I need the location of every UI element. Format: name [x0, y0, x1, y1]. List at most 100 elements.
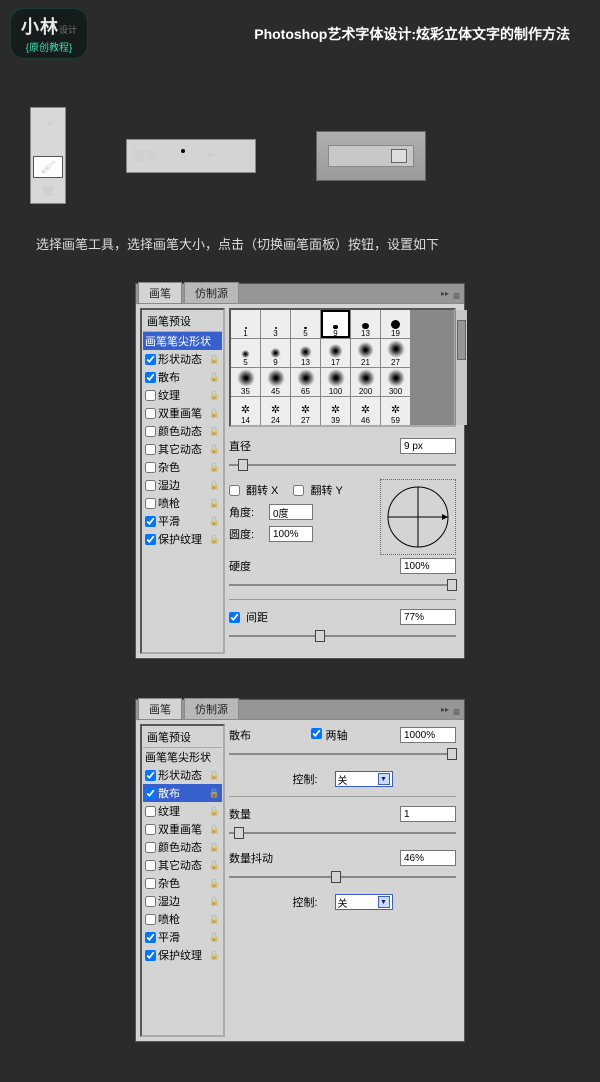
angle-preview[interactable] — [380, 479, 456, 555]
slider[interactable] — [229, 630, 456, 642]
swatch-46[interactable]: ✲46 — [351, 397, 380, 425]
swatch-5[interactable]: 5 — [231, 339, 260, 367]
swatch-24[interactable]: ✲24 — [261, 397, 290, 425]
flipx-check[interactable] — [229, 485, 240, 496]
opt-散布[interactable]: 散布🔒 — [143, 784, 222, 802]
opt-check[interactable] — [145, 950, 156, 961]
opt-双重画笔[interactable]: 双重画笔🔒 — [143, 820, 222, 838]
control2-dropdown[interactable]: 关▼ — [335, 894, 393, 910]
opt-形状动态[interactable]: 形状动态🔒 — [143, 766, 222, 784]
opt-check[interactable] — [145, 932, 156, 943]
preset-header[interactable]: 画笔预设 — [143, 727, 222, 748]
opt-check[interactable] — [145, 824, 156, 835]
swatch-200[interactable]: 200 — [351, 368, 380, 396]
field-jitter[interactable]: 46% — [400, 850, 456, 866]
swatch-27[interactable]: 27 — [381, 339, 410, 367]
swatch-59[interactable]: ✲59 — [381, 397, 410, 425]
opt-喷枪[interactable]: 喷枪🔒 — [143, 494, 222, 512]
brush-size-selector[interactable]: 画笔: 9 ▼ — [126, 139, 256, 173]
swatch-9[interactable]: 9 — [321, 310, 350, 338]
tool-wand[interactable]: ✧ — [33, 133, 63, 155]
field-scatter[interactable]: 1000% — [400, 727, 456, 743]
spacing-check[interactable] — [229, 612, 240, 623]
opt-check[interactable] — [145, 860, 156, 871]
swatch-100[interactable]: 100 — [321, 368, 350, 396]
opt-check[interactable] — [145, 842, 156, 853]
swatch-13[interactable]: 13 — [291, 339, 320, 367]
swatch-3[interactable]: 3 — [261, 310, 290, 338]
swatch-65[interactable]: 65 — [291, 368, 320, 396]
opt-杂色[interactable]: 杂色🔒 — [143, 874, 222, 892]
field-spacing[interactable]: 77% — [400, 609, 456, 625]
opt-check[interactable] — [145, 480, 156, 491]
preset-header[interactable]: 画笔预设 — [143, 311, 222, 332]
swatch-300[interactable]: 300 — [381, 368, 410, 396]
tool-stamp[interactable]: ▦ — [33, 179, 63, 201]
opt-check[interactable] — [145, 372, 156, 383]
swatch-14[interactable]: ✲14 — [231, 397, 260, 425]
opt-其它动态[interactable]: 其它动态🔒 — [143, 440, 222, 458]
slider[interactable] — [229, 748, 456, 760]
swatch-39[interactable]: ✲39 — [321, 397, 350, 425]
field-diameter[interactable]: 9 px — [400, 438, 456, 454]
tab-仿制源[interactable]: 仿制源 — [184, 698, 239, 719]
opt-check[interactable] — [145, 354, 156, 365]
tab-画笔[interactable]: 画笔 — [138, 282, 182, 303]
tab-仿制源[interactable]: 仿制源 — [184, 282, 239, 303]
opt-check[interactable] — [145, 408, 156, 419]
opt-其它动态[interactable]: 其它动态🔒 — [143, 856, 222, 874]
field-count[interactable]: 1 — [400, 806, 456, 822]
opt-check[interactable] — [145, 516, 156, 527]
opt-形状动态[interactable]: 形状动态🔒 — [143, 350, 222, 368]
opt-check[interactable] — [145, 426, 156, 437]
swatch-5[interactable]: 5 — [291, 310, 320, 338]
panel-more-icon[interactable]: ▸▸ — [441, 289, 449, 303]
opt-双重画笔[interactable]: 双重画笔🔒 — [143, 404, 222, 422]
opt-保护纹理[interactable]: 保护纹理🔒 — [143, 946, 222, 964]
toggle-brush-panel-button[interactable] — [391, 149, 407, 163]
swatch-45[interactable]: 45 — [261, 368, 290, 396]
opt-check[interactable] — [145, 462, 156, 473]
opt-平滑[interactable]: 平滑🔒 — [143, 512, 222, 530]
tool-brush[interactable]: 🖌 — [33, 156, 63, 178]
opt-平滑[interactable]: 平滑🔒 — [143, 928, 222, 946]
slider[interactable] — [229, 579, 456, 591]
opt-纹理[interactable]: 纹理🔒 — [143, 386, 222, 404]
opt-check[interactable] — [145, 444, 156, 455]
opt-纹理[interactable]: 纹理🔒 — [143, 802, 222, 820]
scrollbar[interactable] — [455, 310, 467, 425]
opt-颜色动态[interactable]: 颜色动态🔒 — [143, 422, 222, 440]
opt-check[interactable] — [145, 788, 156, 799]
opt-check[interactable] — [145, 498, 156, 509]
swatch-35[interactable]: 35 — [231, 368, 260, 396]
slider[interactable] — [229, 827, 456, 839]
opt-check[interactable] — [145, 878, 156, 889]
slider[interactable] — [229, 459, 456, 471]
opt-保护纹理[interactable]: 保护纹理🔒 — [143, 530, 222, 548]
field-hardness[interactable]: 100% — [400, 558, 456, 574]
opt-湿边[interactable]: 湿边🔒 — [143, 892, 222, 910]
opt-check[interactable] — [145, 914, 156, 925]
opt-颜色动态[interactable]: 颜色动态🔒 — [143, 838, 222, 856]
swatch-9[interactable]: 9 — [261, 339, 290, 367]
swatch-21[interactable]: 21 — [351, 339, 380, 367]
chevron-down-icon[interactable]: ▼ — [206, 151, 214, 160]
field-round[interactable]: 100% — [269, 526, 313, 542]
opt-散布[interactable]: 散布🔒 — [143, 368, 222, 386]
opt-check[interactable] — [145, 390, 156, 401]
opt-画笔笔尖形状[interactable]: 画笔笔尖形状 — [143, 332, 222, 350]
tool-move[interactable]: ↘ — [33, 110, 63, 132]
field-angle[interactable]: 0度 — [269, 504, 313, 520]
swatch-1[interactable]: 1 — [231, 310, 260, 338]
opt-画笔笔尖形状[interactable]: 画笔笔尖形状 — [143, 748, 222, 766]
slider[interactable] — [229, 871, 456, 883]
panel-menu-icon[interactable]: ≡ — [453, 705, 460, 719]
opt-杂色[interactable]: 杂色🔒 — [143, 458, 222, 476]
control-dropdown[interactable]: 关▼ — [335, 771, 393, 787]
swatch-13[interactable]: 13 — [351, 310, 380, 338]
swatch-19[interactable]: 19 — [381, 310, 410, 338]
tab-画笔[interactable]: 画笔 — [138, 698, 182, 719]
opt-check[interactable] — [145, 806, 156, 817]
both-axes-check[interactable] — [311, 728, 322, 739]
opt-check[interactable] — [145, 896, 156, 907]
